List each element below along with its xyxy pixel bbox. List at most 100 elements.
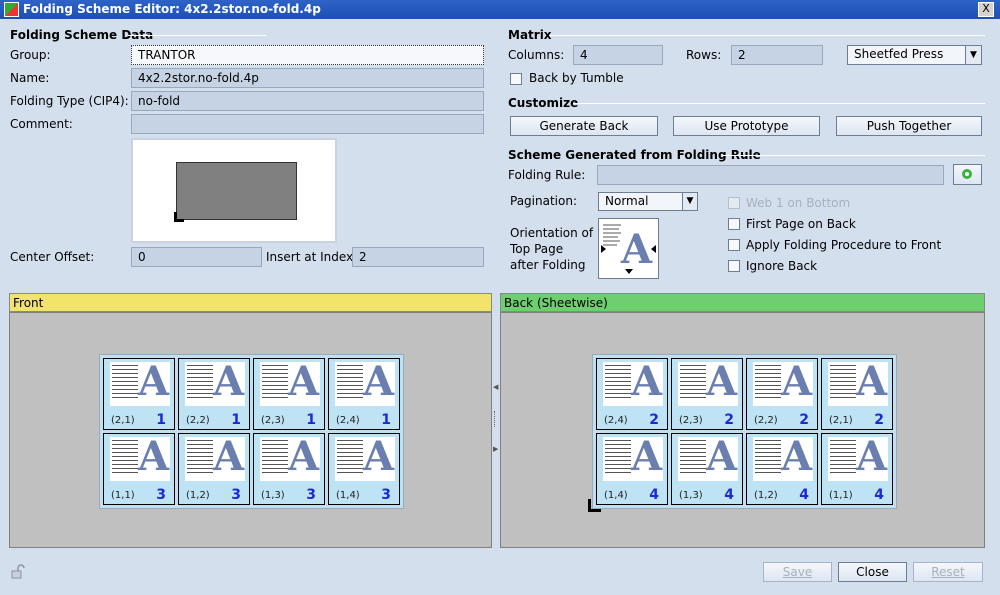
front-panel: A (2,1) 1 A (2,2) 1 A (2,3) 1 A (2,4) 1 A (1,1) 3 A (1,2…	[9, 312, 492, 548]
apply-folding-front-checkbox[interactable]	[728, 239, 740, 251]
folding-rule-picker-icon	[962, 169, 972, 179]
back-grid: A (2,4) 2 A (2,3) 2 A (2,2) 2 A (2,1) 2 A (1,4) 4 A (1,3…	[592, 354, 897, 509]
folding-type-label: Folding Type (CIP4):	[10, 94, 129, 108]
page-thumbnail: A	[678, 358, 738, 406]
cell-page-number: 2	[874, 412, 884, 428]
cell-page-number: 4	[799, 487, 809, 503]
page-glyph-icon: A	[363, 358, 395, 405]
page-thumbnail: A	[828, 435, 888, 481]
page-cell[interactable]: A (2,4) 1	[328, 358, 400, 430]
push-together-button[interactable]: Push Together	[836, 116, 982, 136]
rows-field[interactable]: 2	[731, 45, 823, 65]
orientation-selector[interactable]: A	[598, 218, 659, 279]
page-thumbnail: A	[110, 358, 170, 406]
page-cell[interactable]: A (1,3) 3	[253, 433, 325, 505]
sheet-origin-marker	[174, 212, 184, 222]
use-prototype-button[interactable]: Use Prototype	[673, 116, 820, 136]
back-panel: A (2,4) 2 A (2,3) 2 A (2,2) 2 A (2,1) 2 A (1,4) 4 A (1,3…	[500, 312, 985, 548]
page-cell[interactable]: A (2,3) 1	[253, 358, 325, 430]
cell-coord: (2,4)	[604, 415, 628, 426]
generate-back-button[interactable]: Generate Back	[510, 116, 658, 136]
cell-coord: (2,1)	[111, 415, 135, 426]
page-text-lines	[830, 440, 856, 476]
page-cell[interactable]: A (1,2) 4	[746, 433, 818, 505]
center-offset-label: Center Offset:	[10, 250, 95, 264]
group-label: Group:	[10, 48, 51, 62]
first-page-back-checkbox[interactable]	[728, 218, 740, 230]
page-thumbnail: A	[753, 360, 813, 406]
page-thumbnail: A	[185, 360, 245, 406]
chevron-down-icon[interactable]: ▼	[682, 193, 697, 210]
folding-rule-field[interactable]	[597, 165, 944, 185]
front-grid: A (2,1) 1 A (2,2) 1 A (2,3) 1 A (2,4) 1 A (1,1) 3 A (1,2…	[99, 354, 404, 509]
folding-type-field[interactable]: no-fold	[131, 91, 484, 111]
cell-page-number: 3	[231, 487, 241, 503]
window-close-button[interactable]: X	[978, 2, 994, 17]
apply-folding-front-label: Apply Folding Procedure to Front	[746, 238, 942, 252]
splitter-grip	[494, 411, 496, 427]
page-glyph-icon: A	[138, 358, 170, 405]
web1-bottom-label: Web 1 on Bottom	[746, 196, 851, 210]
page-text-lines	[830, 365, 856, 401]
page-thumbnail: A	[110, 435, 170, 481]
page-cell[interactable]: A (2,2) 1	[178, 358, 250, 430]
panel-splitter[interactable]: ◀ ▶	[492, 293, 500, 548]
orientation-preview-icon: A	[601, 224, 656, 274]
window-title: Folding Scheme Editor: 4x2.2stor.no-fold…	[23, 2, 321, 16]
page-cell[interactable]: A (2,1) 2	[821, 358, 893, 430]
page-cell[interactable]: A (1,1) 4	[821, 433, 893, 505]
columns-label: Columns:	[508, 48, 565, 62]
press-type-select[interactable]: Sheetfed Press ▼	[847, 45, 982, 65]
splitter-arrow-left-icon[interactable]: ◀	[493, 383, 498, 391]
cell-page-number: 4	[724, 487, 734, 503]
page-cell[interactable]: A (1,1) 3	[103, 433, 175, 505]
page-text-lines	[680, 365, 706, 401]
cell-coord: (1,2)	[754, 490, 778, 501]
cell-page-number: 1	[231, 412, 241, 428]
pagination-select[interactable]: Normal ▼	[598, 192, 698, 211]
save-button[interactable]: Save	[763, 562, 832, 582]
close-button[interactable]: Close	[838, 562, 907, 582]
page-cell[interactable]: A (1,3) 4	[671, 433, 743, 505]
cell-coord: (2,3)	[261, 415, 285, 426]
page-text-lines	[605, 365, 631, 401]
page-cell[interactable]: A (1,2) 3	[178, 433, 250, 505]
web1-bottom-checkbox[interactable]	[728, 197, 740, 209]
comment-field[interactable]	[131, 114, 484, 134]
cell-page-number: 4	[874, 487, 884, 503]
reset-button[interactable]: Reset	[913, 562, 983, 582]
columns-field[interactable]: 4	[573, 45, 663, 65]
page-text-lines	[337, 440, 363, 476]
folding-rule-label: Folding Rule:	[508, 168, 586, 182]
cell-coord: (2,2)	[186, 415, 210, 426]
page-cell[interactable]: A (2,2) 2	[746, 358, 818, 430]
page-text-lines	[262, 365, 288, 401]
page-cell[interactable]: A (1,4) 3	[328, 433, 400, 505]
page-cell[interactable]: A (2,1) 1	[103, 358, 175, 430]
back-by-tumble-checkbox[interactable]	[510, 73, 522, 85]
page-cell[interactable]: A (1,4) 4	[596, 433, 668, 505]
splitter-arrow-right-icon[interactable]: ▶	[493, 445, 498, 453]
divider	[573, 103, 985, 104]
group-field[interactable]: TRANTOR	[131, 45, 484, 65]
page-glyph-icon: A	[706, 358, 738, 405]
page-glyph-icon: A	[288, 358, 320, 405]
page-cell[interactable]: A (2,4) 2	[596, 358, 668, 430]
ignore-back-checkbox[interactable]	[728, 260, 740, 272]
pagination-label: Pagination:	[510, 194, 577, 208]
comment-label: Comment:	[10, 117, 73, 131]
orientation-label-line1: Orientation of	[510, 226, 594, 240]
insert-index-field[interactable]: 2	[352, 247, 484, 267]
center-offset-field[interactable]: 0	[131, 247, 262, 267]
name-field[interactable]: 4x2.2stor.no-fold.4p	[131, 68, 484, 88]
chevron-down-icon[interactable]: ▼	[965, 46, 981, 64]
orientation-label-line2: Top Page	[510, 242, 564, 256]
page-glyph-icon: A	[631, 358, 663, 405]
lock-icon[interactable]	[10, 563, 26, 579]
page-text-lines	[605, 440, 631, 476]
rows-label: Rows:	[686, 48, 722, 62]
title-bar: Folding Scheme Editor: 4x2.2stor.no-fold…	[0, 0, 1000, 19]
page-cell[interactable]: A (2,3) 2	[671, 358, 743, 430]
ignore-back-label: Ignore Back	[746, 259, 818, 273]
folding-rule-picker-button[interactable]	[953, 164, 982, 185]
